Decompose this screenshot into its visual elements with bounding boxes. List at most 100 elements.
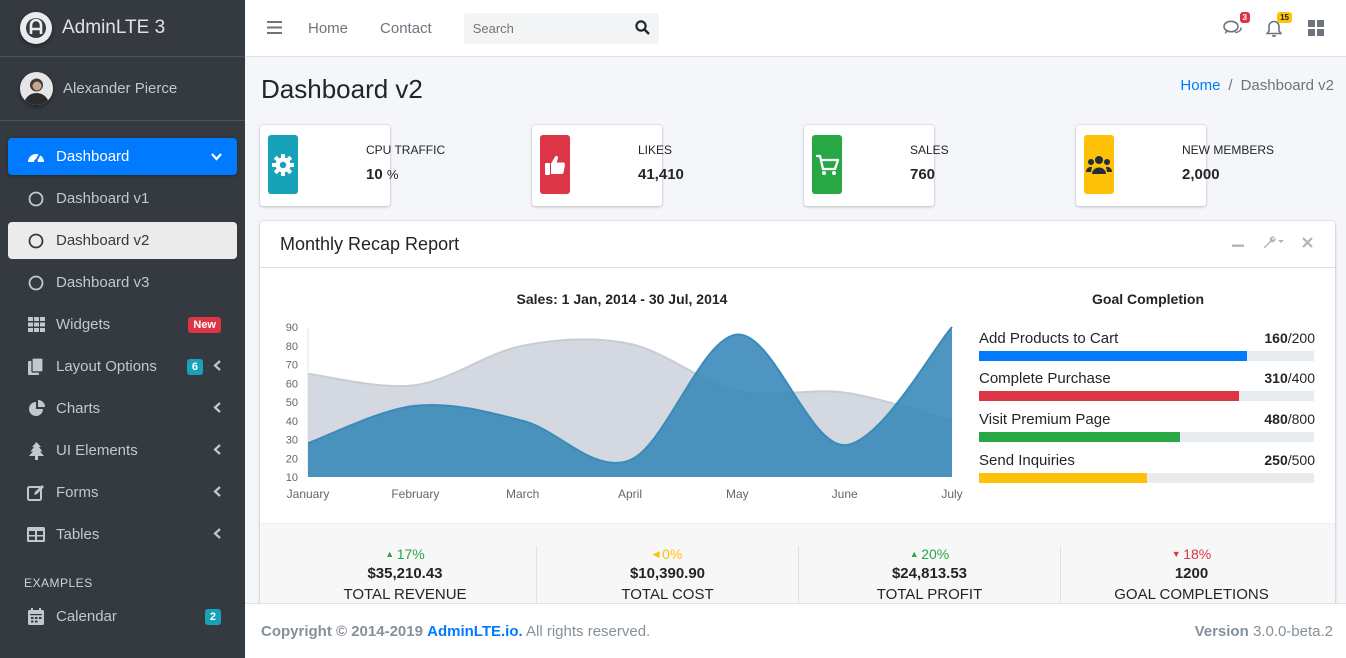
brand-link[interactable]: AdminLTE 3 xyxy=(0,0,245,57)
sidebar-item-widgets[interactable]: Widgets New xyxy=(8,306,237,343)
sidebar-item-label: Dashboard v2 xyxy=(56,232,150,249)
adminlte-link[interactable]: AdminLTE.io. xyxy=(427,623,523,640)
shopping-cart-icon xyxy=(812,135,842,194)
stat-label: Total Profit xyxy=(876,586,983,603)
stat-total-cost: ◀ 0% $10,390.90 Total Cost xyxy=(536,546,798,603)
thumbs-up-icon xyxy=(540,135,570,194)
stat-amount: $10,390.90 xyxy=(629,565,706,582)
sidebar-nav-examples: Calendar 2 xyxy=(0,598,245,635)
info-box-value: 10 % xyxy=(366,166,399,183)
stat-amount: 1200 xyxy=(1174,565,1209,582)
grid-icon xyxy=(26,315,46,335)
info-box-cpu-traffic: CPU TRAFFIC 10 % xyxy=(260,125,445,206)
breadcrumb-separator: / xyxy=(1228,77,1233,94)
wrench-dropdown-icon[interactable] xyxy=(1262,235,1284,254)
card-title: Monthly Recap Report xyxy=(280,233,460,254)
chevron-left-icon xyxy=(211,443,221,458)
x-tick-label: May xyxy=(726,487,749,501)
info-box-label: CPU TRAFFIC xyxy=(366,143,446,157)
info-box-value: 760 xyxy=(910,166,936,183)
calendar-icon xyxy=(26,607,46,627)
sidebar-item-dashboard[interactable]: Dashboard xyxy=(8,138,237,175)
main-sidebar: AdminLTE 3 Alexander Pierce Dashboard Da… xyxy=(0,0,245,658)
stat-goal-completions: ▼ 18% 1200 Goal Completions xyxy=(1060,546,1322,603)
chevron-down-icon xyxy=(211,150,222,164)
collapse-minus-icon[interactable] xyxy=(1232,235,1244,253)
goal-value: 250/500 xyxy=(1264,452,1315,468)
sidebar-item-label: Forms xyxy=(56,484,99,501)
tachometer-icon xyxy=(26,147,46,167)
sidebar-item-forms[interactable]: Forms xyxy=(8,474,237,511)
brand-logo-icon xyxy=(20,12,52,44)
goal-complete-purchase: Complete Purchase 310/400 xyxy=(979,370,1315,402)
hamburger-menu-icon[interactable] xyxy=(267,18,282,39)
close-icon[interactable] xyxy=(1302,235,1313,253)
control-sidebar-grid-icon[interactable] xyxy=(1306,18,1326,38)
sidebar-item-dashboard-v1[interactable]: Dashboard v1 xyxy=(8,180,237,217)
user-name[interactable]: Alexander Pierce xyxy=(63,80,177,97)
goal-value: 480/800 xyxy=(1264,411,1315,427)
user-panel[interactable]: Alexander Pierce xyxy=(0,57,245,121)
sidebar-item-charts[interactable]: Charts xyxy=(8,390,237,427)
sidebar-item-dashboard-v3[interactable]: Dashboard v3 xyxy=(8,264,237,301)
info-box-sales: SALES 760 xyxy=(804,125,949,206)
stat-percentage: ◀ 0% xyxy=(652,546,683,562)
sidebar-item-dashboard-v2[interactable]: Dashboard v2 xyxy=(8,222,237,259)
sidebar-item-layout-options[interactable]: Layout Options 6 xyxy=(8,348,237,385)
sidebar-item-calendar[interactable]: Calendar 2 xyxy=(8,598,237,635)
goal-completion-title: Goal Completion xyxy=(1092,291,1204,307)
nav-link-home[interactable]: Home xyxy=(308,20,348,37)
caret-down-icon: ▼ xyxy=(1171,549,1184,559)
bell-icon[interactable]: 15 xyxy=(1264,12,1292,38)
messages-icon[interactable]: 3 xyxy=(1222,12,1250,38)
sidebar-item-label: UI Elements xyxy=(56,442,138,459)
chevron-left-icon xyxy=(211,359,221,374)
sidebar-item-label: Tables xyxy=(56,526,100,543)
edit-icon xyxy=(26,483,46,503)
brand-text: AdminLTE 3 xyxy=(62,17,166,38)
info-box-label: LIKES xyxy=(638,143,673,157)
caret-up-icon: ▲ xyxy=(909,549,922,559)
avatar xyxy=(20,72,53,105)
info-box-label: NEW MEMBERS xyxy=(1182,143,1275,157)
stat-amount: $24,813.53 xyxy=(891,565,968,582)
goal-label: Complete Purchase xyxy=(979,370,1111,387)
stat-percentage: ▲ 20% xyxy=(909,546,950,562)
table-icon xyxy=(26,525,46,545)
sidebar-item-label: Calendar xyxy=(56,608,117,625)
sidebar-item-label: Dashboard xyxy=(56,148,130,165)
progress-bar xyxy=(979,473,1314,483)
caret-left-icon: ◀ xyxy=(652,549,663,559)
x-tick-label: April xyxy=(618,487,642,501)
version-text: Version 3.0.0-beta.2 xyxy=(1194,622,1333,640)
breadcrumb-home-link[interactable]: Home xyxy=(1180,77,1220,94)
sidebar-item-ui-elements[interactable]: UI Elements xyxy=(8,432,237,469)
gear-icon xyxy=(268,135,298,194)
y-tick-label: 30 xyxy=(286,435,298,447)
progress-fill xyxy=(979,391,1239,401)
navbar-right: 3 15 xyxy=(1222,12,1326,38)
nav-link-contact[interactable]: Contact xyxy=(380,20,432,37)
count-badge: 6 xyxy=(186,358,203,375)
page-title: Dashboard v2 xyxy=(261,74,423,104)
goal-label: Add Products to Cart xyxy=(979,330,1119,347)
chart-title: Sales: 1 Jan, 2014 - 30 Jul, 2014 xyxy=(516,291,728,307)
search-icon[interactable] xyxy=(635,19,650,40)
new-badge: New xyxy=(188,316,221,333)
x-tick-label: January xyxy=(287,487,330,501)
sidebar-item-label: Charts xyxy=(56,400,101,417)
search-input[interactable] xyxy=(472,20,633,36)
goal-value: 310/400 xyxy=(1264,370,1315,386)
copyright-text: Copyright © 2014-2019 AdminLTE.io. All r… xyxy=(261,622,651,640)
goal-add-to-cart: Add Products to Cart 160/200 xyxy=(979,330,1315,362)
notifications-badge: 15 xyxy=(1277,12,1292,23)
x-tick-label: February xyxy=(391,487,439,501)
x-tick-label: March xyxy=(506,487,539,501)
sidebar-item-tables[interactable]: Tables xyxy=(8,516,237,553)
stat-amount: $35,210.43 xyxy=(367,565,443,582)
sidebar-nav: Dashboard Dashboard v1 Dashboard v2 Dash… xyxy=(0,138,245,553)
sidebar-item-label: Layout Options xyxy=(56,358,157,375)
x-tick-label: July xyxy=(941,487,962,501)
monthly-recap-card: Monthly Recap Report Sales: 1 Jan, 2014 … xyxy=(260,221,1335,616)
tree-icon xyxy=(26,441,46,461)
